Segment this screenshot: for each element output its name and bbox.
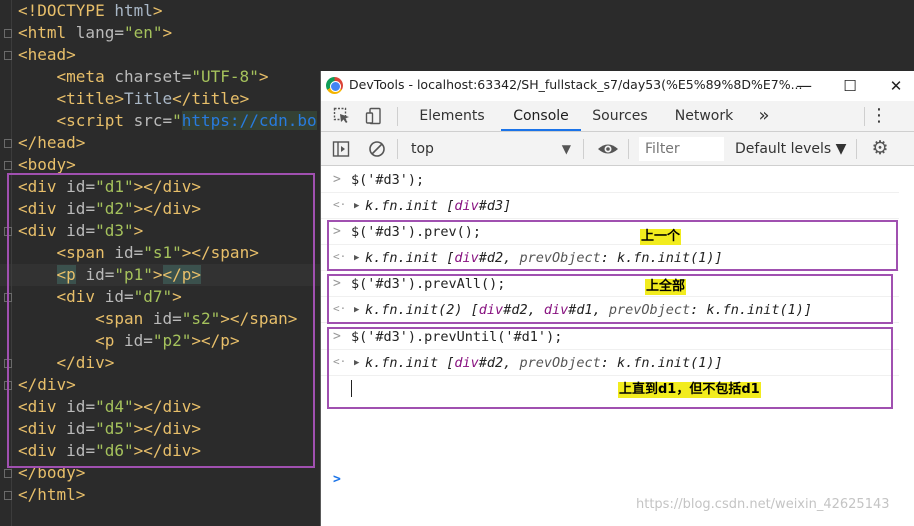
toolbar-separator [856,139,857,159]
tab-elements[interactable]: Elements [409,101,495,131]
code-token: <script [56,111,134,130]
console-command: $('#d3'); [351,172,425,188]
console-result-value: k.fn.init [div#d3] [365,198,511,214]
console-result-row[interactable]: <· ▶ k.fn.init [div#d3] [321,193,899,219]
window-title: DevTools - localhost:63342/SH_fullstack_… [349,77,803,92]
code-line[interactable]: <html lang="en"> [18,22,172,44]
output-prompt-icon: <· [333,198,347,211]
code-line[interactable]: </html> [18,484,85,506]
code-token: html [114,1,153,20]
show-sidebar-icon[interactable] [332,140,350,158]
fold-marker-icon[interactable] [4,29,12,38]
result-token: div [454,198,479,214]
code-token: > [152,1,163,20]
console-input-row[interactable]: > $('#d3'); [321,167,899,193]
close-button[interactable]: ✕ [873,71,914,101]
code-token: <title> [56,89,124,108]
code-token: <meta [56,67,115,86]
code-token: > [162,23,173,42]
tabs-separator [397,107,398,126]
inspect-element-icon[interactable] [333,107,351,125]
fold-marker-icon[interactable] [4,491,12,500]
prev-annotation-box [327,220,898,271]
code-token: </title> [172,89,250,108]
code-token: src= [133,111,173,130]
result-token: #d3] [478,198,512,214]
device-toolbar-icon[interactable] [365,107,383,125]
context-selector[interactable]: top ▼ [403,137,575,161]
code-token: "en" [123,23,163,42]
tab-network[interactable]: Network [665,101,743,131]
more-tabs-button[interactable]: » [753,101,775,131]
console-prompt-row[interactable]: > [321,468,899,494]
chevron-down-icon: ▼ [561,142,571,156]
code-line[interactable]: </head> [18,132,85,154]
code-token: <body> [18,155,76,174]
code-token: " [172,111,182,130]
code-line[interactable]: <meta charset="UTF-8"> [18,66,269,88]
prevuntil-annotation-box [327,327,893,409]
maximize-button[interactable]: ☐ [827,71,873,101]
tab-sources[interactable]: Sources [583,101,657,131]
clear-console-icon[interactable] [368,140,386,158]
log-levels-dropdown[interactable]: Default levels ▼ [735,137,846,161]
fold-marker-icon[interactable] [4,161,12,170]
minimize-button[interactable]: — [781,71,827,101]
editor-annotation-box [7,173,315,468]
fold-marker-icon[interactable] [4,469,12,478]
prompt-caret: > [333,472,341,487]
expand-triangle-icon[interactable]: ▶ [354,201,359,211]
prevall-annotation-label: 上全部 [645,279,687,295]
code-token: <html [18,23,76,42]
code-token: "UTF-8" [191,67,259,86]
code-token: <!DOCTYPE [18,1,115,20]
code-token: </html> [18,485,86,504]
prev-annotation-label: 上一个 [640,229,682,245]
chrome-icon [326,77,343,94]
prevuntil-annotation-label: 上直到d1，但不包括d1 [618,382,761,398]
live-expression-eye-icon[interactable] [597,140,619,158]
console-settings-gear-icon[interactable]: ⚙ [868,134,892,164]
code-token: Title [123,89,173,108]
code-token: lang= [75,23,124,42]
fold-marker-icon[interactable] [4,51,12,60]
prevall-annotation-box [327,274,893,324]
toolbar-separator [397,139,398,159]
code-token: charset= [114,67,192,86]
code-line[interactable]: <title>Title</title> [18,88,250,110]
result-token: k.fn.init [ [365,198,455,214]
devtools-tabs-bar: Elements Console Sources Network » ⋮ [321,101,914,132]
code-token: > [258,67,269,86]
code-token: <head> [18,45,76,64]
customize-menu-button[interactable]: ⋮ [869,101,889,131]
fold-marker-icon[interactable] [4,139,12,148]
filter-input[interactable] [639,137,724,161]
tab-console[interactable]: Console [501,101,581,131]
code-line[interactable]: <!DOCTYPE html> [18,0,163,22]
menu-separator [864,107,865,126]
toolbar-separator [583,139,584,159]
code-line[interactable]: <head> [18,44,76,66]
window-titlebar: DevTools - localhost:63342/SH_fullstack_… [321,71,914,101]
code-line[interactable]: <script src="https://cdn.bo [18,110,317,132]
code-token: </head> [18,133,86,152]
toolbar-separator [628,139,629,159]
code-token: https://cdn.bo [181,111,317,130]
context-value: top [411,141,434,157]
console-toolbar: top ▼ Default levels ▼ ⚙ [321,132,914,166]
watermark: https://blog.csdn.net/weixin_42625143 [636,497,890,512]
input-prompt-icon: > [333,172,341,187]
